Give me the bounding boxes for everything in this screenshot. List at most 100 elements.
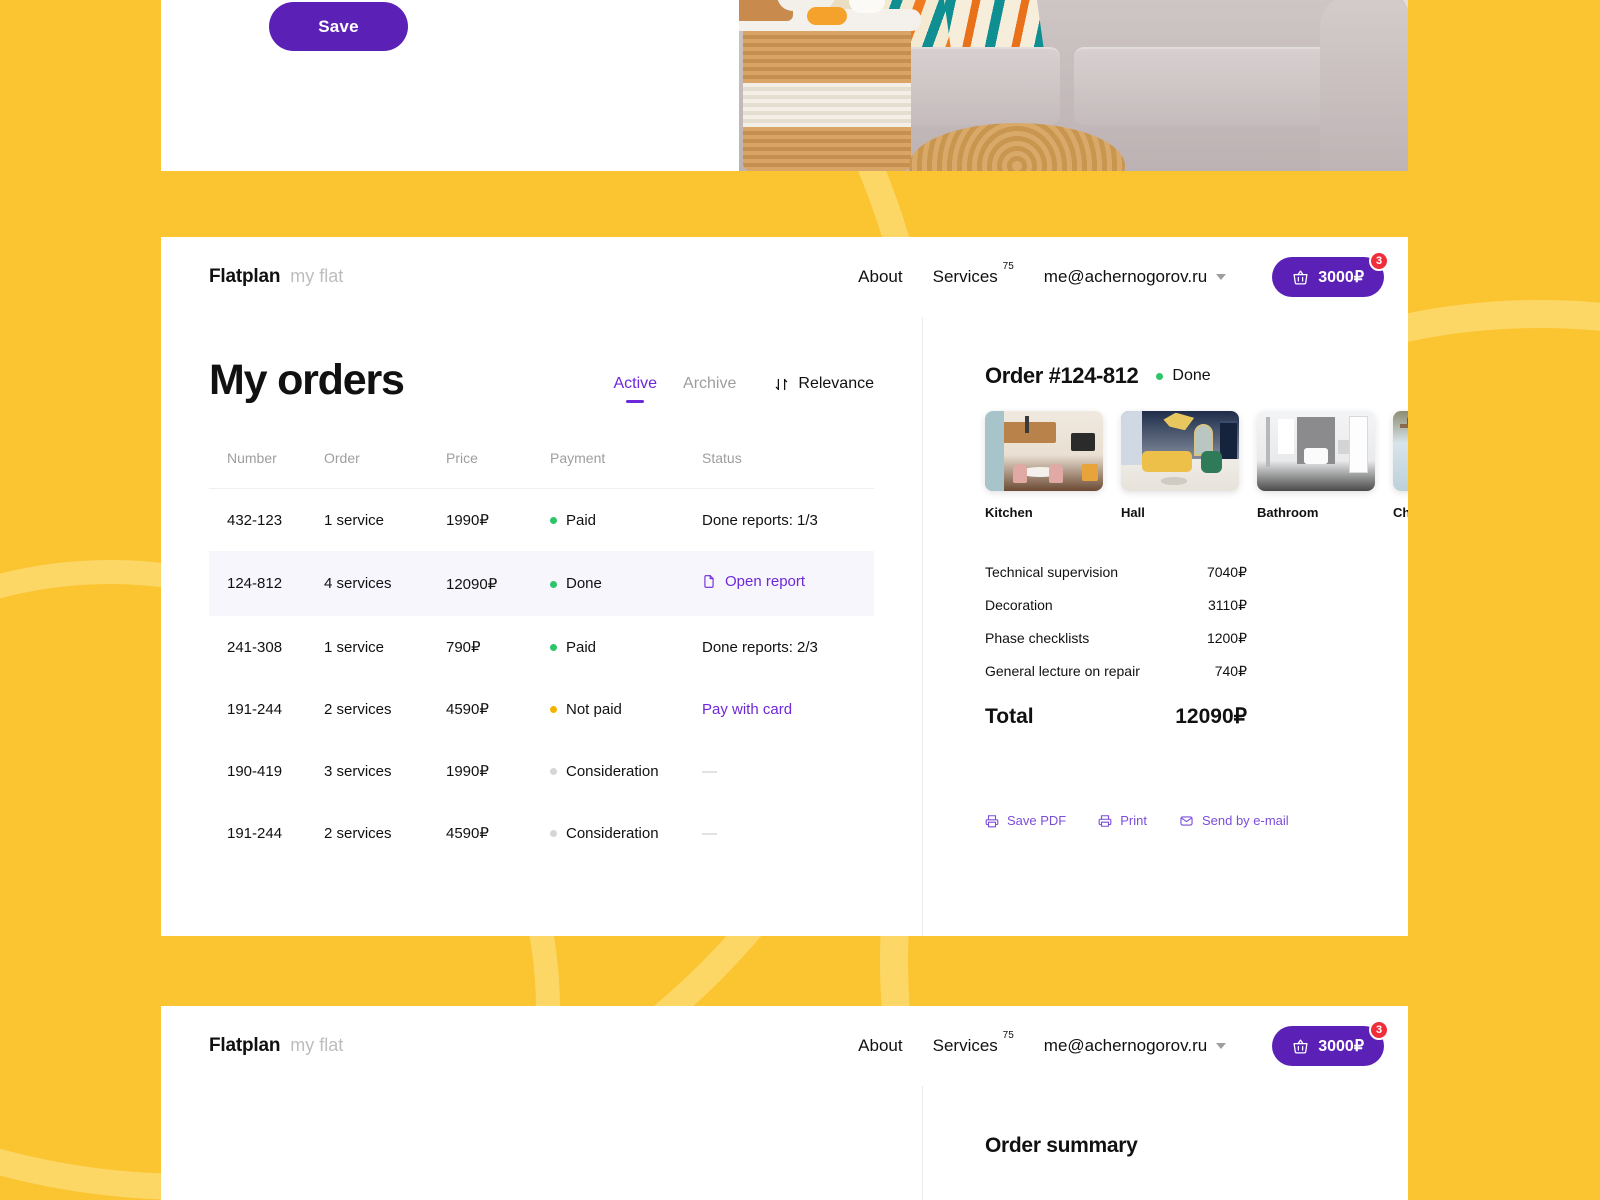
brand-tagline-cart: my flat: [290, 1035, 344, 1055]
print-button[interactable]: Print: [1098, 813, 1147, 828]
breakdown-item-value: 3110₽: [1207, 597, 1247, 613]
chevron-down-icon-cart: [1216, 1043, 1227, 1049]
chevron-down-icon: [1216, 274, 1227, 280]
room-thumbnail-label: Kitchen: [985, 505, 1033, 520]
cell-number: 241-308: [227, 638, 283, 656]
table-row[interactable]: 124-812 4 services 12090₽ Done Open report: [209, 551, 874, 616]
room-thumbnail-image: [985, 411, 1103, 491]
payment-status-dot-icon: [550, 580, 557, 588]
room-thumbnail[interactable]: Hall: [1121, 411, 1239, 520]
nav-link-about[interactable]: About: [858, 267, 902, 287]
orders-filters: Active Archive Relevance: [613, 375, 874, 402]
table-row[interactable]: 241-308 1 service 790₽ Paid Done reports: 2/…: [209, 616, 874, 678]
breakdown-item-name: Decoration: [985, 597, 1053, 613]
document-icon: [702, 573, 716, 590]
column-header-price[interactable]: Price: [446, 450, 550, 489]
tab-active[interactable]: Active: [613, 375, 657, 393]
account-menu-cart[interactable]: me@achernogorov.ru: [1044, 1036, 1227, 1056]
order-detail-title: Order #124-812: [985, 363, 1139, 388]
cell-order: 1 service: [324, 638, 385, 656]
payment-status-dot-icon: [550, 768, 557, 776]
cart-button[interactable]: 3000₽ 3: [1272, 251, 1389, 297]
column-header-payment[interactable]: Payment: [550, 450, 702, 489]
payment-status-dot-icon: [550, 706, 557, 714]
cell-price: 4590₽: [446, 825, 489, 842]
breakdown-item-name: Phase checklists: [985, 630, 1090, 646]
column-header-status[interactable]: Status: [702, 450, 874, 489]
order-total-label: Total: [985, 705, 1034, 728]
breakdown-item-name: General lecture on repair: [985, 663, 1140, 679]
cell-order: 3 services: [324, 762, 392, 780]
pay-with-card-link[interactable]: Pay with card: [702, 701, 792, 718]
printer-icon: [1098, 814, 1112, 828]
room-thumbnail-image: [1393, 411, 1408, 491]
living-room-photo: [739, 0, 1408, 171]
tab-archive[interactable]: Archive: [683, 375, 736, 393]
order-total-value: 12090₽: [1175, 705, 1247, 728]
cart-button-cart[interactable]: 3000₽ 3: [1272, 1020, 1389, 1066]
cell-payment: Not paid: [550, 678, 702, 740]
nav-services-count-cart: 75: [1002, 1030, 1014, 1041]
room-thumbnail-image: [1121, 411, 1239, 491]
cell-order: 4 services: [324, 551, 446, 616]
nav-services-label-cart: Services: [932, 1036, 998, 1055]
breakdown-row: Phase checklists 1200₽: [985, 630, 1247, 647]
account-menu[interactable]: me@achernogorov.ru: [1044, 267, 1227, 287]
nav-link-services-cart[interactable]: Services 75: [932, 1030, 1014, 1056]
cell-number: 190-419: [227, 762, 283, 780]
nav-about-label: About: [858, 267, 903, 286]
column-header-number[interactable]: Number: [209, 450, 324, 489]
save-button[interactable]: Save: [269, 2, 408, 51]
cell-number: 124-812: [209, 551, 324, 616]
cell-price: 1990₽: [446, 763, 489, 780]
room-thumbnail[interactable]: Bathroom: [1257, 411, 1375, 520]
breakdown-item-name: Technical supervision: [985, 564, 1119, 580]
price-breakdown: Technical supervision 7040₽ Decoration 3110…: [985, 564, 1247, 680]
cell-order: 2 services: [324, 700, 392, 718]
status-empty: —: [702, 824, 717, 842]
status-dot-icon: [1156, 372, 1164, 380]
main-navigation: About Services 75 me@achernogorov.ru 3000…: [858, 251, 1389, 297]
save-pdf-button[interactable]: Save PDF: [985, 813, 1066, 828]
cell-price: 1990₽: [446, 512, 489, 529]
payment-status-dot-icon: [550, 517, 557, 525]
main-navigation-cart: About Services 75 me@achernogorov.ru 3000…: [858, 1020, 1389, 1066]
send-email-button[interactable]: Send by e-mail: [1179, 813, 1289, 828]
payment-status-dot-icon: [550, 830, 557, 838]
cell-status: Done reports: 1/3: [702, 489, 874, 552]
table-row[interactable]: 191-244 2 services 4590₽ Consideration —: [209, 802, 874, 864]
cell-number: 191-244: [227, 700, 283, 718]
brand-logo[interactable]: Flatplan my flat: [209, 266, 343, 288]
breakdown-row: Technical supervision 7040₽: [985, 564, 1247, 581]
cell-number: 191-244: [227, 824, 283, 842]
nav-about-label-cart: About: [858, 1036, 903, 1055]
cart-page-card: Flatplan my flat About Services 75 me@ach…: [161, 1006, 1408, 1200]
room-thumbnail[interactable]: Kitchen: [985, 411, 1103, 520]
cell-price: 12090₽: [446, 551, 550, 616]
orders-page-card: Flatplan my flat About Services 75 me@ach…: [161, 237, 1408, 936]
nav-link-about-cart[interactable]: About: [858, 1036, 902, 1056]
table-row[interactable]: 190-419 3 services 1990₽ Consideration —: [209, 740, 874, 802]
breakdown-row: General lecture on repair 740₽: [985, 663, 1247, 680]
sort-control[interactable]: Relevance: [774, 375, 874, 393]
order-summary-panel: Order summary: [922, 1086, 1408, 1200]
orders-list-panel: My orders Active Archive Relevance Numbe…: [161, 317, 922, 936]
column-header-order[interactable]: Order: [324, 450, 446, 489]
orders-table: Number Order Price Payment Status 432-12…: [209, 450, 874, 864]
cart-item-count-badge-cart: 3: [1369, 1020, 1389, 1040]
table-header-row: Number Order Price Payment Status: [209, 450, 874, 489]
brand-logo-cart[interactable]: Flatplan my flat: [209, 1035, 343, 1057]
sort-icon: [774, 377, 789, 392]
room-thumbnail[interactable]: Chil: [1393, 411, 1408, 520]
save-pdf-label: Save PDF: [1007, 813, 1067, 828]
table-row[interactable]: 191-244 2 services 4590₽ Not paid Pay with c…: [209, 678, 874, 740]
basket-icon-cart: [1292, 1038, 1309, 1055]
table-row[interactable]: 432-123 1 service 1990₽ Paid Done reports: 1…: [209, 489, 874, 552]
order-detail-panel: Order #124-812 Done Kitchen Hall Bathroom C…: [922, 317, 1408, 936]
brand-tagline: my flat: [290, 266, 344, 286]
nav-link-services[interactable]: Services 75: [933, 261, 1014, 287]
order-detail-status-label: Done: [1172, 367, 1211, 384]
brand-name-cart: Flatplan: [209, 1035, 281, 1056]
open-report-link[interactable]: Open report: [725, 573, 805, 590]
cell-price: 4590₽: [446, 701, 489, 718]
